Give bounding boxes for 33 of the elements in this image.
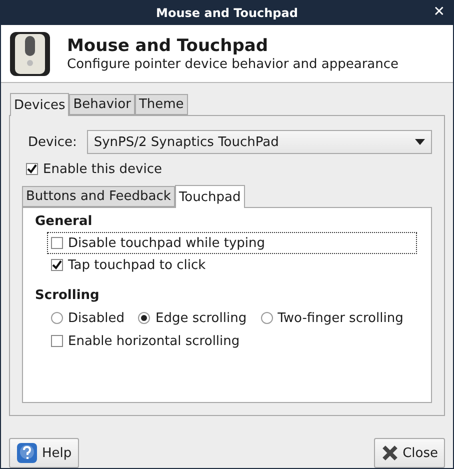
close-button[interactable]: Close	[374, 438, 445, 468]
section-heading: Scrolling	[35, 288, 100, 303]
device-dropdown[interactable]: SynPS/2 Synaptics TouchPad	[86, 130, 432, 154]
header-subtitle: Configure pointer device behavior and appearance	[67, 56, 399, 72]
radio-label: Edge scrolling	[155, 310, 247, 326]
window-title: Mouse and Touchpad	[156, 6, 298, 20]
radio-button[interactable]	[51, 312, 63, 324]
checkbox-label: Enable this device	[43, 162, 162, 176]
checkbox[interactable]	[51, 237, 63, 249]
radio-button[interactable]	[260, 312, 273, 324]
section-heading: General	[35, 214, 94, 229]
checkbox[interactable]	[51, 335, 63, 347]
tab[interactable]: Buttons and Feedback	[22, 186, 175, 207]
tab[interactable]: Theme	[134, 94, 188, 115]
header-title: Mouse and Touchpad	[67, 36, 270, 56]
radio-button[interactable]	[138, 312, 150, 324]
device-label: Device:	[28, 134, 77, 150]
checkbox[interactable]	[51, 259, 63, 271]
help-button[interactable]: Help	[9, 438, 79, 468]
checkbox-label: Disable touchpad while typing	[68, 236, 266, 250]
checkbox-label: Enable horizontal scrolling	[68, 334, 240, 348]
radio-label: Disabled	[68, 310, 124, 326]
close-icon	[380, 444, 399, 462]
close-button[interactable]: ✕	[433, 4, 445, 20]
radio-label: Two-finger scrolling	[278, 310, 404, 326]
mouse-icon	[9, 30, 51, 78]
checkbox-label: Tap touchpad to click	[68, 258, 206, 272]
help-icon	[16, 442, 38, 464]
checkbox[interactable]	[26, 163, 38, 175]
dropdown-arrow-icon	[415, 139, 425, 145]
tab[interactable]: Behavior	[69, 94, 135, 115]
tab[interactable]: Touchpad	[174, 185, 245, 208]
tab[interactable]: Devices	[10, 93, 70, 116]
